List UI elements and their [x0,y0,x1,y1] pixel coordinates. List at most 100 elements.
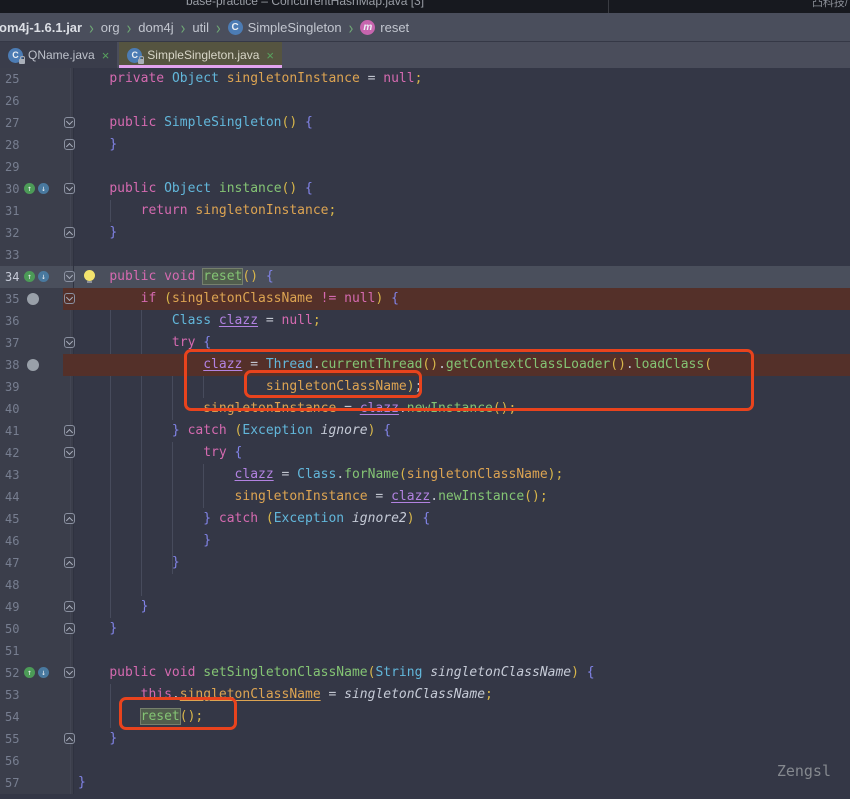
code-line-42: 42 try { [0,442,850,464]
code-token: singletonInstance [227,71,360,86]
fold-toggle-icon[interactable] [64,733,75,744]
tab-qname-java[interactable]: CQName.java× [0,42,117,68]
fold-toggle-icon[interactable] [64,601,75,612]
code-text[interactable]: } [74,596,850,618]
code-token: { [203,335,211,350]
code-text[interactable]: } catch (Exception ignore2) { [74,508,850,530]
fold-toggle-icon[interactable] [64,447,75,458]
code-text[interactable]: singletonClassName); [74,376,850,398]
code-text[interactable]: reset(); [74,706,850,728]
code-text[interactable] [74,750,850,772]
code-text[interactable]: clazz = Class.forName(singletonClassName… [74,464,850,486]
breadcrumb-item-dom4j[interactable]: dom4j [138,20,173,35]
code-text[interactable] [74,156,850,178]
fold-toggle-icon[interactable] [64,667,75,678]
code-token: { [235,445,243,460]
code-text[interactable]: public void setSingletonClassName(String… [74,662,850,684]
breadcrumb-item-simplesingleton[interactable]: CSimpleSingleton [228,20,342,35]
code-editor[interactable]: 25 private Object singletonInstance = nu… [0,68,850,799]
overriding-method-icon[interactable]: ↓ [38,667,49,678]
code-text[interactable]: } catch (Exception ignore) { [74,420,850,442]
code-text[interactable]: public Object instance() { [74,178,850,200]
code-token: ; [328,203,336,218]
breadcrumb-item-om4j-1-6-1-jar[interactable]: om4j-1.6.1.jar [0,20,82,35]
code-text[interactable]: public void reset() { [74,266,850,288]
code-token: ; [485,687,493,702]
fold-toggle-icon[interactable] [64,183,75,194]
close-icon[interactable]: × [266,49,274,62]
breadcrumb-item-org[interactable]: org [101,20,120,35]
line-number: 34 [5,266,19,288]
fold-toggle-icon[interactable] [64,293,75,304]
code-text[interactable]: this.singletonClassName = singletonClass… [74,684,850,706]
fold-toggle-icon[interactable] [64,139,75,150]
code-text[interactable]: } [74,772,850,794]
code-text[interactable] [74,90,850,112]
code-text[interactable] [74,244,850,266]
intention-bulb-icon[interactable] [84,270,95,281]
code-text[interactable]: singletonInstance = clazz.newInstance(); [74,486,850,508]
breadcrumb-separator-icon: › [349,17,354,37]
line-number: 41 [5,420,19,442]
code-token [211,511,219,526]
code-text[interactable]: } [74,530,850,552]
breakpoint-icon[interactable] [27,359,39,371]
fold-toggle-icon[interactable] [64,337,75,348]
gutter: 48 [0,574,74,596]
line-number: 32 [5,222,19,244]
line-number: 35 [5,288,19,310]
code-token: loadClass [634,357,704,372]
code-text[interactable] [74,640,850,662]
tab-simplesingleton-java[interactable]: CSimpleSingleton.java× [119,42,282,68]
overridden-method-icon[interactable]: ↑ [24,271,35,282]
code-line-49: 49 } [0,596,850,618]
fold-toggle-icon[interactable] [64,513,75,524]
code-token: null [282,313,313,328]
code-text[interactable]: Class clazz = null; [74,310,850,332]
code-token: singletonClassName [266,379,407,394]
close-icon[interactable]: × [102,49,110,62]
code-text[interactable]: } [74,552,850,574]
code-text[interactable]: try { [74,442,850,464]
code-token: } [141,599,149,614]
code-text[interactable]: private Object singletonInstance = null; [74,68,850,90]
code-token [78,401,203,416]
breadcrumb-item-util[interactable]: util [192,20,209,35]
code-text[interactable]: } [74,222,850,244]
code-token: ignore2 [352,511,407,526]
code-line-28: 28 } [0,134,850,156]
code-text[interactable]: } [74,134,850,156]
code-line-52: 52↑↓ public void setSingletonClassName(S… [0,662,850,684]
code-line-44: 44 singletonInstance = clazz.newInstance… [0,486,850,508]
fold-toggle-icon[interactable] [64,557,75,568]
fold-toggle-icon[interactable] [64,271,75,282]
code-text[interactable]: if (singletonClassName != null) { [74,288,850,310]
code-text[interactable]: try { [74,332,850,354]
code-text[interactable]: singletonInstance = clazz.newInstance(); [74,398,850,420]
breadcrumb-item-reset[interactable]: mreset [360,20,409,35]
code-token: . [438,357,446,372]
code-token: singletonInstance [195,203,328,218]
lock-icon [19,59,25,64]
code-token: { [305,115,313,130]
code-token [78,687,141,702]
code-token: public [109,115,156,130]
code-text[interactable] [74,574,850,596]
code-text[interactable]: } [74,728,850,750]
overridden-method-icon[interactable]: ↑ [24,667,35,678]
code-token: } [109,137,117,152]
code-text[interactable]: } [74,618,850,640]
fold-toggle-icon[interactable] [64,227,75,238]
fold-toggle-icon[interactable] [64,623,75,634]
code-text[interactable]: return singletonInstance; [74,200,850,222]
gutter: 47 [0,552,74,574]
gutter: 38 [0,354,74,376]
overriding-method-icon[interactable]: ↓ [38,183,49,194]
code-text[interactable]: clazz = Thread.currentThread().getContex… [74,354,850,376]
fold-toggle-icon[interactable] [64,117,75,128]
fold-toggle-icon[interactable] [64,425,75,436]
breakpoint-icon[interactable] [27,293,39,305]
overriding-method-icon[interactable]: ↓ [38,271,49,282]
code-text[interactable]: public SimpleSingleton() { [74,112,850,134]
overridden-method-icon[interactable]: ↑ [24,183,35,194]
